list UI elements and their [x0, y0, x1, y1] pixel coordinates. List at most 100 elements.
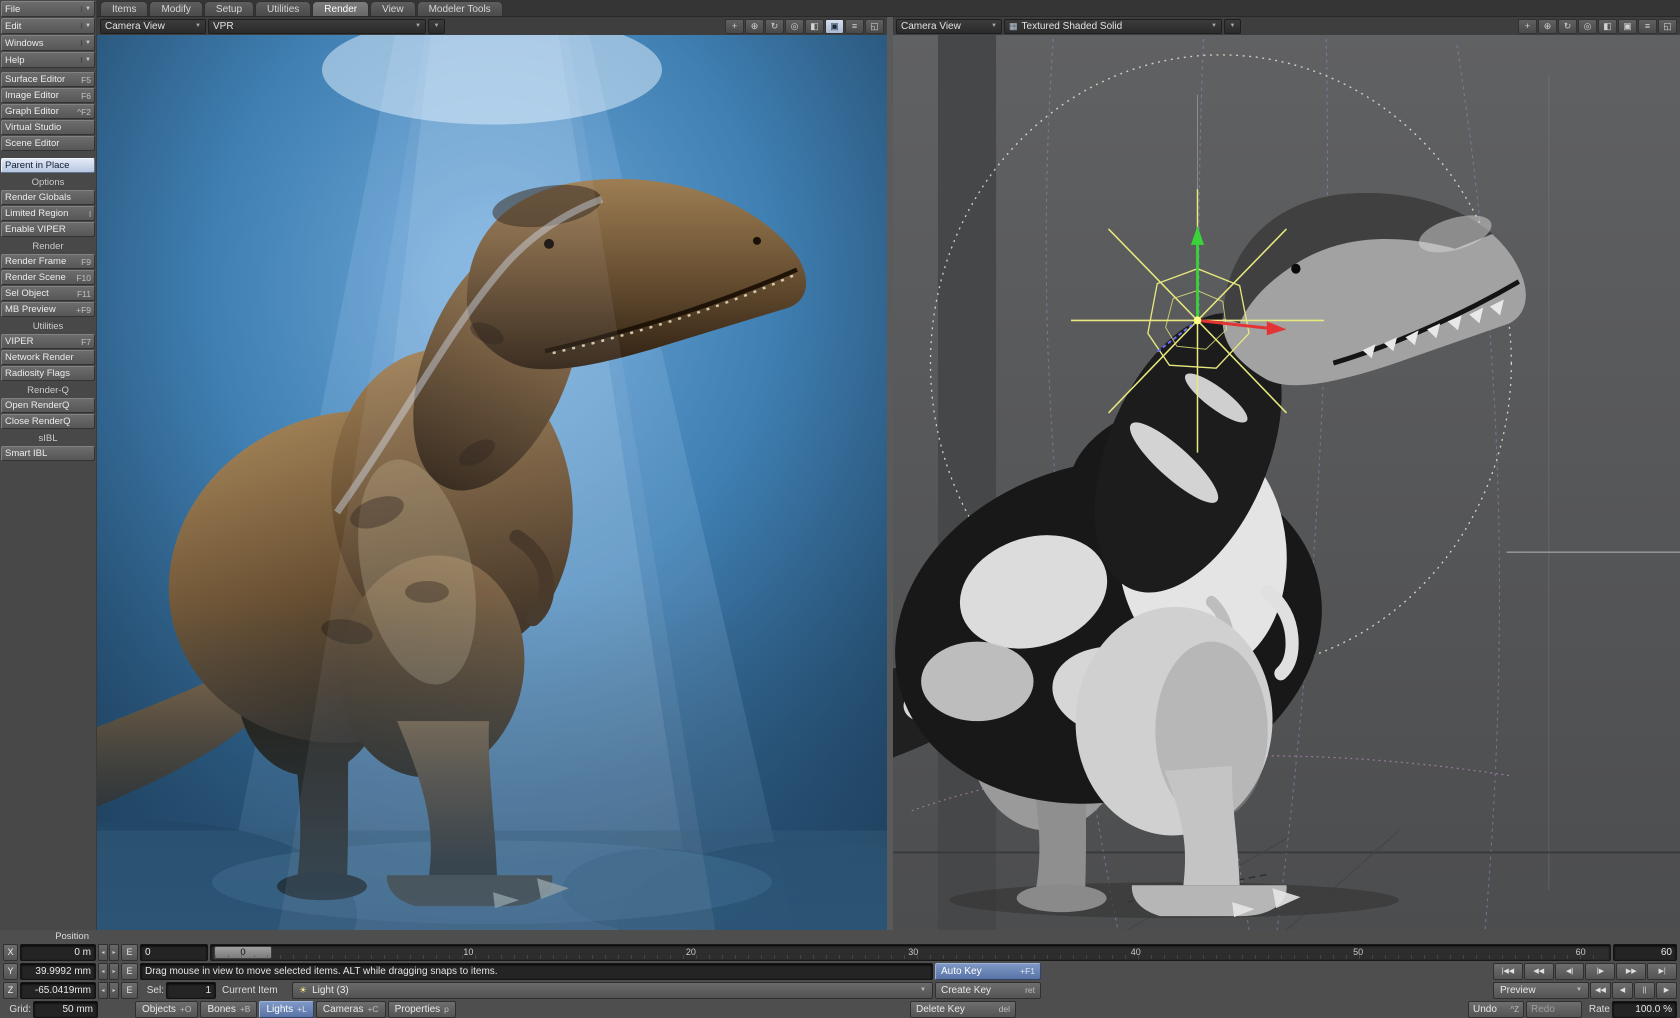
sidebar-item-image-editor[interactable]: Image EditorF6 [1, 88, 95, 103]
sidebar-item-surface-editor[interactable]: Surface EditorF5 [1, 72, 95, 87]
tab-modify[interactable]: Modify [149, 1, 202, 16]
y-value-field[interactable]: 39.9992 mm [20, 963, 96, 980]
sidebar-item-render-frame[interactable]: Render FrameF9 [1, 254, 95, 269]
timeline-handle[interactable]: 0 [214, 946, 272, 959]
fast-rewind-button[interactable]: ◀◀ [1524, 963, 1554, 980]
x-value-field[interactable]: 0 m [20, 944, 96, 961]
step-forward-button[interactable]: |▶ [1585, 963, 1615, 980]
play-button[interactable]: ▶ [1656, 982, 1677, 999]
sidebar-item-render-scene[interactable]: Render SceneF10 [1, 270, 95, 285]
viewport-menu-button[interactable]: ▼ [1224, 19, 1241, 34]
position-label: Position [3, 931, 89, 942]
z-value-field[interactable]: -65.0419mm [20, 982, 96, 999]
pause-button[interactable]: || [1634, 982, 1655, 999]
play-reverse-fast-button[interactable]: ◀◀ [1590, 982, 1611, 999]
grid-size-field[interactable]: 50 mm [33, 1001, 98, 1018]
tab-setup[interactable]: Setup [204, 1, 254, 16]
axis-z-button[interactable]: Z [3, 982, 18, 999]
pan-icon[interactable]: + [725, 19, 744, 34]
maximize-icon[interactable]: ◱ [865, 19, 884, 34]
region-icon[interactable]: ◧ [1598, 19, 1617, 34]
sidebar-item-enable-viper[interactable]: Enable VIPER [1, 222, 95, 237]
spinner-right-icon[interactable]: ▸ [109, 944, 119, 961]
list-icon[interactable]: ≡ [1638, 19, 1657, 34]
delete-key-button[interactable]: Delete Keydel [910, 1001, 1016, 1018]
spinner-left-icon[interactable]: ◂ [98, 963, 108, 980]
list-icon[interactable]: ≡ [845, 19, 864, 34]
axis-y-button[interactable]: Y [3, 963, 18, 980]
redo-button[interactable]: Redo [1526, 1001, 1582, 1018]
view-type-dropdown[interactable]: Camera View▼ [100, 19, 206, 34]
lights-mode-button[interactable]: Lights+L [259, 1001, 313, 1018]
sidebar-item-graph-editor[interactable]: Graph Editor^F2 [1, 104, 95, 119]
maximize-icon[interactable]: ◱ [1658, 19, 1677, 34]
shading-mode-dropdown[interactable]: ▦Textured Shaded Solid▼ [1004, 19, 1222, 34]
sidebar-item-sel-object[interactable]: Sel ObjectF11 [1, 286, 95, 301]
tab-utilities[interactable]: Utilities [255, 1, 311, 16]
viewport-left-canvas[interactable] [97, 35, 887, 930]
rate-field[interactable]: 100.0 % [1612, 1001, 1677, 1018]
menu-help[interactable]: Help▼ [1, 52, 95, 68]
spinner-left-icon[interactable]: ◂ [98, 944, 108, 961]
timeline-track[interactable]: 0 10 20 30 40 50 60 0 [210, 944, 1611, 961]
pan-icon[interactable]: + [1518, 19, 1537, 34]
sidebar-item-virtual-studio[interactable]: Virtual Studio [1, 120, 95, 135]
play-reverse-button[interactable]: ◀ [1612, 982, 1633, 999]
x-envelope-button[interactable]: E [121, 944, 138, 961]
axis-x-button[interactable]: X [3, 944, 18, 961]
menu-edit[interactable]: Edit▼ [1, 18, 95, 34]
vpr-toggle-icon[interactable]: ▣ [1618, 19, 1637, 34]
current-item-dropdown[interactable]: ☀ Light (3) ▼ [292, 982, 933, 999]
z-envelope-button[interactable]: E [121, 982, 138, 999]
rotate-icon[interactable]: ↻ [765, 19, 784, 34]
step-back-button[interactable]: ◀| [1555, 963, 1585, 980]
sidebar-item-parent-in-place[interactable]: Parent in Place [1, 158, 95, 173]
viewport-right-canvas[interactable] [893, 35, 1680, 930]
zoom-icon[interactable]: ◎ [1578, 19, 1597, 34]
properties-button[interactable]: Propertiesp [388, 1001, 456, 1018]
sidebar-item-limited-region[interactable]: Limited Regionl [1, 206, 95, 221]
spinner-left-icon[interactable]: ◂ [98, 982, 108, 999]
go-to-end-button[interactable]: ▶| [1647, 963, 1677, 980]
render-mode-dropdown[interactable]: VPR▼ [208, 19, 426, 34]
view-type-dropdown[interactable]: Camera View▼ [896, 19, 1002, 34]
tab-modeler-tools[interactable]: Modeler Tools [417, 1, 503, 16]
move-icon[interactable]: ⊕ [745, 19, 764, 34]
menu-windows[interactable]: Windows▼ [1, 35, 95, 51]
menu-file[interactable]: File▼ [1, 1, 95, 17]
sidebar-item-scene-editor[interactable]: Scene Editor [1, 136, 95, 151]
bones-mode-button[interactable]: Bones+B [200, 1001, 257, 1018]
tab-items[interactable]: Items [100, 1, 148, 16]
start-frame-field[interactable]: 0 [140, 944, 208, 961]
sidebar-item-open-renderq[interactable]: Open RenderQ [1, 398, 95, 413]
vpr-toggle-icon[interactable]: ▣ [825, 19, 844, 34]
sidebar-item-viper[interactable]: VIPERF7 [1, 334, 95, 349]
y-envelope-button[interactable]: E [121, 963, 138, 980]
sidebar-item-mb-preview[interactable]: MB Preview+F9 [1, 302, 95, 317]
preview-dropdown[interactable]: Preview▼ [1493, 982, 1589, 999]
create-key-button[interactable]: Create Keyret [935, 982, 1041, 999]
viewport-right-icons: + ⊕ ↻ ◎ ◧ ▣ ≡ ◱ [1518, 19, 1677, 34]
spinner-right-icon[interactable]: ▸ [109, 982, 119, 999]
move-icon[interactable]: ⊕ [1538, 19, 1557, 34]
auto-key-button[interactable]: Auto Key+F1 [935, 963, 1041, 980]
cameras-mode-button[interactable]: Cameras+C [316, 1001, 386, 1018]
tab-view[interactable]: View [370, 1, 416, 16]
sidebar-item-smart-ibl[interactable]: Smart IBL [1, 446, 95, 461]
go-to-start-button[interactable]: |◀◀ [1493, 963, 1523, 980]
sidebar-item-radiosity-flags[interactable]: Radiosity Flags [1, 366, 95, 381]
objects-mode-button[interactable]: Objects+O [135, 1001, 198, 1018]
rotate-icon[interactable]: ↻ [1558, 19, 1577, 34]
sidebar-item-network-render[interactable]: Network Render [1, 350, 95, 365]
spinner-right-icon[interactable]: ▸ [109, 963, 119, 980]
region-icon[interactable]: ◧ [805, 19, 824, 34]
sidebar-item-render-globals[interactable]: Render Globals [1, 190, 95, 205]
fast-forward-button[interactable]: ▶▶ [1616, 963, 1646, 980]
viewport-menu-button[interactable]: ▼ [428, 19, 445, 34]
tab-render[interactable]: Render [312, 1, 369, 16]
undo-button[interactable]: Undo^Z [1468, 1001, 1524, 1018]
zoom-icon[interactable]: ◎ [785, 19, 804, 34]
end-frame-field[interactable]: 60 [1613, 944, 1677, 961]
sidebar-section-options: Options [1, 177, 95, 189]
sidebar-item-close-renderq[interactable]: Close RenderQ [1, 414, 95, 429]
